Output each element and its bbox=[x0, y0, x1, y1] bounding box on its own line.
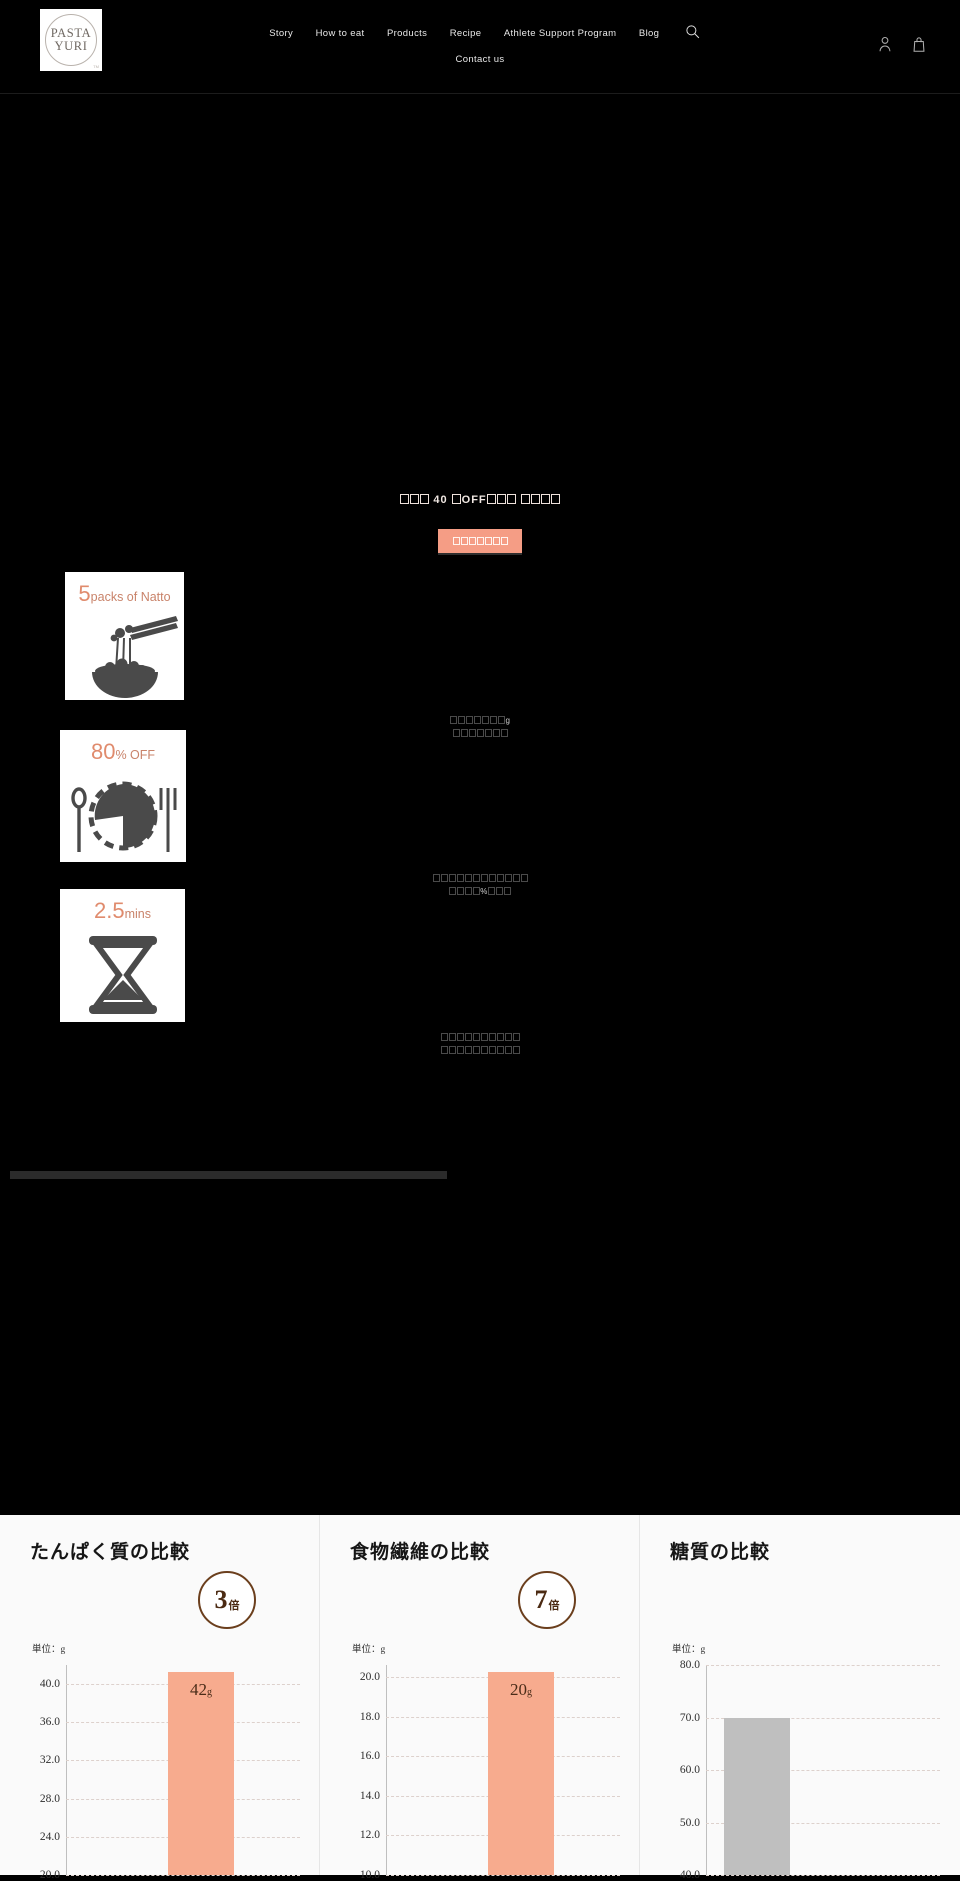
multiplier-badge-fiber: 7 倍 bbox=[518, 1571, 576, 1629]
hero-section: 40 OFF 5packs of Natto g 80% OFF % 2.5mi… bbox=[0, 94, 960, 1179]
chart-tick-protein-0: 40.0 bbox=[39, 1678, 60, 1691]
feature-row-natto: 5packs of Natto g bbox=[0, 572, 960, 737]
chart-gridline-fiber-5 bbox=[386, 1875, 620, 1876]
multiplier-suffix-fiber: 倍 bbox=[548, 1600, 560, 1612]
chart-tick-protein-1: 36.0 bbox=[39, 1716, 60, 1729]
feature-time-desc-line2 bbox=[0, 1044, 960, 1057]
chart-tick-carbs-4: 40.0 bbox=[679, 1869, 700, 1881]
promo-headline: 40 OFF bbox=[0, 494, 960, 506]
chart-card-fiber: 食物繊維の比較 7 倍 単位：g 20.0 18.0 16.0 14.0 12.0 10.… bbox=[320, 1515, 640, 1881]
chart-tick-fiber-2: 16.0 bbox=[359, 1750, 380, 1763]
promo-cta-label bbox=[452, 536, 508, 546]
feature-natto-label: 5packs of Natto bbox=[65, 581, 184, 607]
chart-tick-fiber-1: 18.0 bbox=[359, 1710, 380, 1723]
nav-row-secondary: Contact us bbox=[0, 51, 960, 69]
natto-bowl-chopsticks-icon bbox=[92, 616, 178, 698]
feature-card-discount: 80% OFF bbox=[60, 730, 186, 862]
feature-discount-desc-line1 bbox=[0, 872, 960, 885]
chart-tick-fiber-4: 12.0 bbox=[359, 1829, 380, 1842]
multiplier-number-fiber: 7 bbox=[534, 1585, 548, 1614]
feature-natto-number: 5 bbox=[78, 581, 91, 606]
nav-blog[interactable]: Blog bbox=[639, 25, 659, 43]
feature-time-number: 2.5 bbox=[94, 898, 125, 923]
chart-bar-carbs bbox=[724, 1718, 790, 1875]
feature-discount-number: 80 bbox=[90, 739, 116, 764]
video-player[interactable]: Your browser can't play this video. Lear… bbox=[10, 1171, 447, 1179]
chart-gridline-carbs-4 bbox=[706, 1875, 940, 1876]
chart-plot-carbs: 80.0 70.0 60.0 50.0 40.0 bbox=[640, 1659, 960, 1881]
chart-tick-protein-5: 20.0 bbox=[39, 1869, 60, 1881]
hourglass-icon bbox=[89, 936, 157, 1014]
chart-tick-protein-3: 28.0 bbox=[39, 1792, 60, 1805]
chart-tick-carbs-0: 80.0 bbox=[679, 1659, 700, 1671]
multiplier-number-protein: 3 bbox=[214, 1585, 228, 1614]
feature-time-description bbox=[0, 1031, 960, 1057]
chart-title-protein: たんぱく質の比較 bbox=[30, 1542, 191, 1563]
chart-gridline-protein-5 bbox=[66, 1875, 300, 1876]
chart-bar-value-fiber: 20g bbox=[510, 1680, 532, 1699]
chart-plot-fiber: 20.0 18.0 16.0 14.0 12.0 10.0 20g bbox=[320, 1665, 639, 1881]
account-icon[interactable] bbox=[878, 36, 892, 58]
feature-row-discount: 80% OFF % bbox=[0, 730, 960, 896]
promo-suffix-boxes-2 bbox=[521, 494, 561, 506]
chart-y-axis-fiber bbox=[386, 1665, 387, 1875]
feature-time-label: 2.5mins bbox=[60, 898, 185, 924]
chart-tick-protein-4: 24.0 bbox=[39, 1830, 60, 1843]
chart-unit-fiber: 単位：g bbox=[352, 1645, 386, 1655]
promo-prefix-boxes bbox=[399, 494, 429, 506]
feature-discount-label: 80% OFF bbox=[60, 739, 186, 765]
multiplier-suffix-protein: 倍 bbox=[228, 1600, 240, 1612]
nutrition-charts-section: たんぱく質の比較 3 倍 単位：g 40.0 36.0 32.0 28.0 24.0 20… bbox=[0, 1515, 960, 1881]
nav-contact-us[interactable]: Contact us bbox=[456, 51, 505, 69]
chart-tick-protein-2: 32.0 bbox=[39, 1754, 60, 1767]
chart-tick-fiber-5: 10.0 bbox=[359, 1869, 380, 1881]
chart-tick-fiber-3: 14.0 bbox=[359, 1789, 380, 1802]
chart-tick-carbs-1: 70.0 bbox=[679, 1711, 700, 1724]
chart-unit-carbs: 単位：g bbox=[672, 1645, 706, 1655]
chart-title-fiber: 食物繊維の比較 bbox=[350, 1542, 491, 1563]
multiplier-badge-protein: 3 倍 bbox=[198, 1571, 256, 1629]
feature-natto-desc-line1: g bbox=[0, 714, 960, 727]
chart-tick-carbs-2: 60.0 bbox=[679, 1764, 700, 1776]
search-icon[interactable] bbox=[685, 24, 700, 44]
main-navigation: Story How to eat Products Recipe Athlete… bbox=[0, 24, 960, 69]
chart-bar-protein: 42g bbox=[168, 1672, 234, 1875]
promo-suffix-boxes-1 bbox=[487, 494, 517, 506]
feature-natto-unit: packs of Natto bbox=[90, 590, 171, 604]
promo-discount-number: 40 bbox=[433, 494, 448, 506]
nav-story[interactable]: Story bbox=[269, 25, 293, 43]
chart-gridline-carbs-0 bbox=[706, 1665, 940, 1666]
feature-time-desc-line1 bbox=[0, 1031, 960, 1044]
feature-row-time: 2.5mins bbox=[0, 889, 960, 1054]
nav-how-to-eat[interactable]: How to eat bbox=[316, 25, 365, 43]
promo-mid-box bbox=[452, 494, 462, 506]
chart-title-carbs: 糖質の比較 bbox=[670, 1542, 771, 1563]
nav-row-primary: Story How to eat Products Recipe Athlete… bbox=[0, 24, 960, 44]
chart-plot-protein: 40.0 36.0 32.0 28.0 24.0 20.0 42g bbox=[0, 1665, 319, 1881]
chart-tick-carbs-3: 50.0 bbox=[679, 1816, 700, 1829]
nav-products[interactable]: Products bbox=[387, 25, 427, 43]
nav-recipe[interactable]: Recipe bbox=[450, 25, 482, 43]
feature-time-unit: mins bbox=[124, 907, 151, 921]
header-action-icons bbox=[878, 36, 926, 58]
chart-card-carbs: 糖質の比較 単位：g 80.0 70.0 60.0 50.0 40.0 bbox=[640, 1515, 960, 1881]
nav-athlete-support-program[interactable]: Athlete Support Program bbox=[504, 25, 617, 43]
site-header: PASTA YURI TM Story How to eat Products … bbox=[0, 0, 960, 94]
chart-card-protein: たんぱく質の比較 3 倍 単位：g 40.0 36.0 32.0 28.0 24.0 20… bbox=[0, 1515, 320, 1881]
chart-unit-protein: 単位：g bbox=[32, 1645, 66, 1655]
feature-card-time: 2.5mins bbox=[60, 889, 185, 1022]
chart-y-axis-protein bbox=[66, 1665, 67, 1875]
chart-bar-value-protein: 42g bbox=[190, 1680, 212, 1699]
cart-icon[interactable] bbox=[912, 36, 926, 58]
chart-tick-fiber-0: 20.0 bbox=[359, 1670, 380, 1683]
feature-discount-unit: % OFF bbox=[115, 748, 156, 762]
promo-off-label: OFF bbox=[461, 494, 487, 506]
promo-cta-button[interactable] bbox=[438, 529, 522, 553]
feature-card-natto: 5packs of Natto bbox=[65, 572, 184, 700]
chart-bar-fiber: 20g bbox=[488, 1672, 554, 1875]
pie-chart-spoon-fork-icon bbox=[71, 781, 177, 852]
